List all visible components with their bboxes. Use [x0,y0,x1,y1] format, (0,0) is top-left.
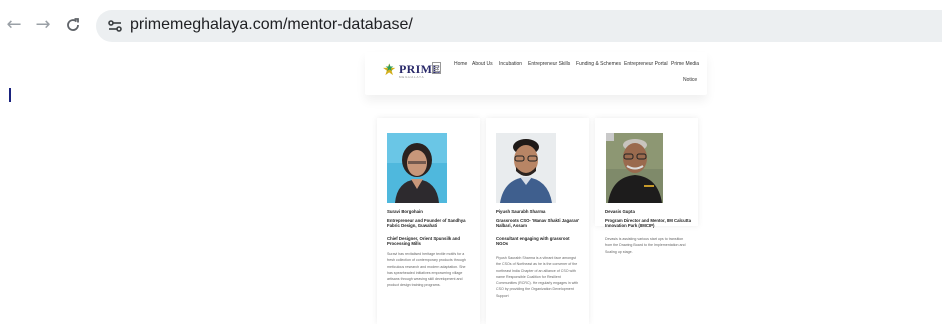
nav-incubation[interactable]: Incubation [499,61,522,67]
mentor-name: Piyush Saurabh Sharma [496,209,546,214]
site-header: ★ ★ PRIME MEGHALAYA Home About Us Incuba… [365,52,707,95]
mentor-photo [496,133,556,203]
logo-subtitle: MEGHALAYA [399,75,425,79]
browser-toolbar: ← → primemeghalaya.com/mentor-database/ [0,0,942,52]
mentor-bio: Suravi has revitalised heritage textile … [387,252,466,288]
nav-entrepreneur-portal[interactable]: Entrepreneur Portal [624,61,668,67]
nav-home[interactable]: Home [454,61,467,67]
back-arrow-icon[interactable]: ← [3,14,25,36]
mentor-card: Suravi Borgohain Entrepreneur and Founde… [377,118,480,324]
star-inner-icon: ★ [385,63,394,74]
nav-about-us[interactable]: About Us [472,61,493,67]
mentor-photo [605,133,663,203]
text-cursor [9,88,11,102]
reload-icon[interactable] [62,14,84,36]
url-text[interactable]: primemeghalaya.com/mentor-database/ [130,16,413,34]
nav-funding-schemes[interactable]: Funding & Schemes [576,61,621,67]
site-info-icon[interactable] [106,17,124,35]
mentor-name: Suravi Borgohain [387,209,423,214]
mentor-photo [387,133,447,203]
mentor-role: Entrepreneur and Founder of Sandhya Fabr… [387,218,466,229]
nav-entrepreneur-skills[interactable]: Entrepreneur Skills [528,61,570,67]
mentor-card: Piyush Saurabh Sharma Grassroots CSO- 'M… [486,118,589,324]
mentor-role-secondary: Chief Designer, Orient Spunsilk and Proc… [387,236,461,247]
nav-notice[interactable]: Notice [683,77,697,83]
forward-arrow-icon[interactable]: → [32,14,54,36]
prime-logo[interactable]: ★ ★ PRIME MEGHALAYA [382,61,442,81]
mentor-role: Grassroots CSO- 'Manav Shakti Jagaran' N… [496,218,580,229]
nav-prime-media[interactable]: Prime Media [671,61,699,67]
address-bar[interactable]: primemeghalaya.com/mentor-database/ [96,10,942,42]
emblem-icon [432,62,441,74]
mentor-name: Devasis Gupta [605,209,635,214]
mentor-role: Program Director and Mentor, IIM Calcutt… [605,218,691,229]
mentor-bio: Piyush Saurabh Sharma is a vibrant face … [496,256,579,298]
mentor-card: Devasis Gupta Program Director and Mento… [595,118,698,254]
mentor-bio: Devasis is assisting various start ups t… [605,237,686,254]
mentor-role-secondary: Consultant engaging with grassroot NGOs [496,236,570,247]
